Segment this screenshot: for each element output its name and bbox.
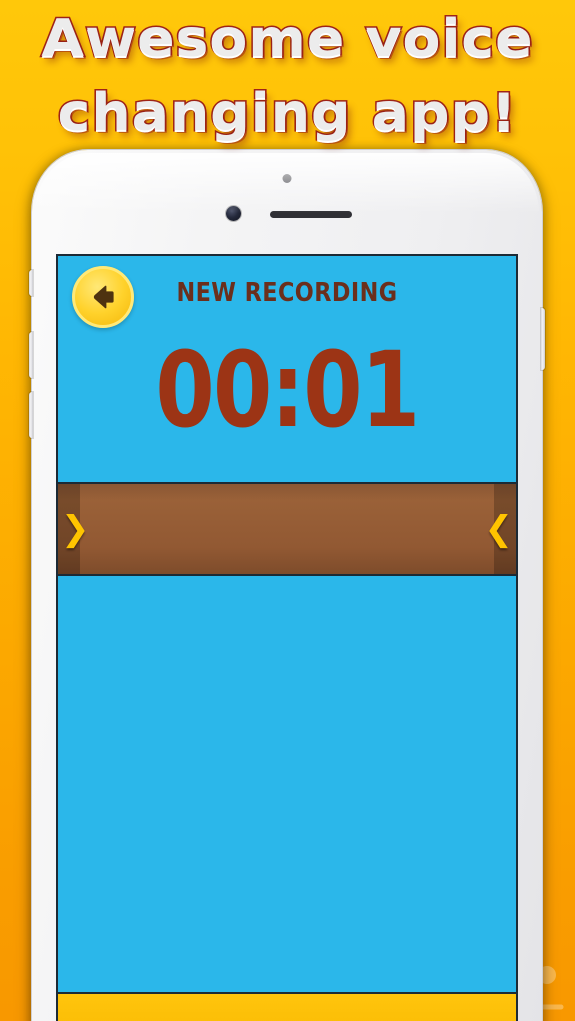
page-title: NEW RECORDING <box>176 278 398 308</box>
app-header: NEW RECORDING 00:01 <box>58 256 516 482</box>
silent-switch[interactable] <box>29 270 33 296</box>
promo-screenshot: Awesome voice changing app! NEW RECORDIN… <box>0 0 575 1021</box>
volume-up-button[interactable] <box>29 332 33 378</box>
bottom-toolbar <box>58 992 516 1021</box>
waveform-trim-handle-right[interactable]: ❮ <box>485 512 514 546</box>
recording-timer: 00:01 <box>155 329 420 451</box>
front-camera-icon <box>226 206 241 221</box>
phone-mockup: NEW RECORDING 00:01 ❯ ❮ <box>29 150 545 1021</box>
earpiece-speaker-icon <box>270 211 352 218</box>
waveform-strip[interactable]: ❯ ❮ <box>58 482 516 576</box>
app-screen: NEW RECORDING 00:01 ❯ ❮ <box>56 254 518 1021</box>
promo-line-2: changing app! <box>56 82 518 145</box>
waveform-trim-handle-left[interactable]: ❯ <box>61 512 90 546</box>
promo-headline: Awesome voice changing app! <box>0 4 575 148</box>
promo-line-1: Awesome voice <box>40 8 534 71</box>
waveform-display[interactable] <box>80 484 494 574</box>
power-button[interactable] <box>541 308 545 370</box>
volume-down-button[interactable] <box>29 392 33 438</box>
voice-effects-grid <box>58 576 516 992</box>
proximity-sensor-icon <box>282 174 292 183</box>
